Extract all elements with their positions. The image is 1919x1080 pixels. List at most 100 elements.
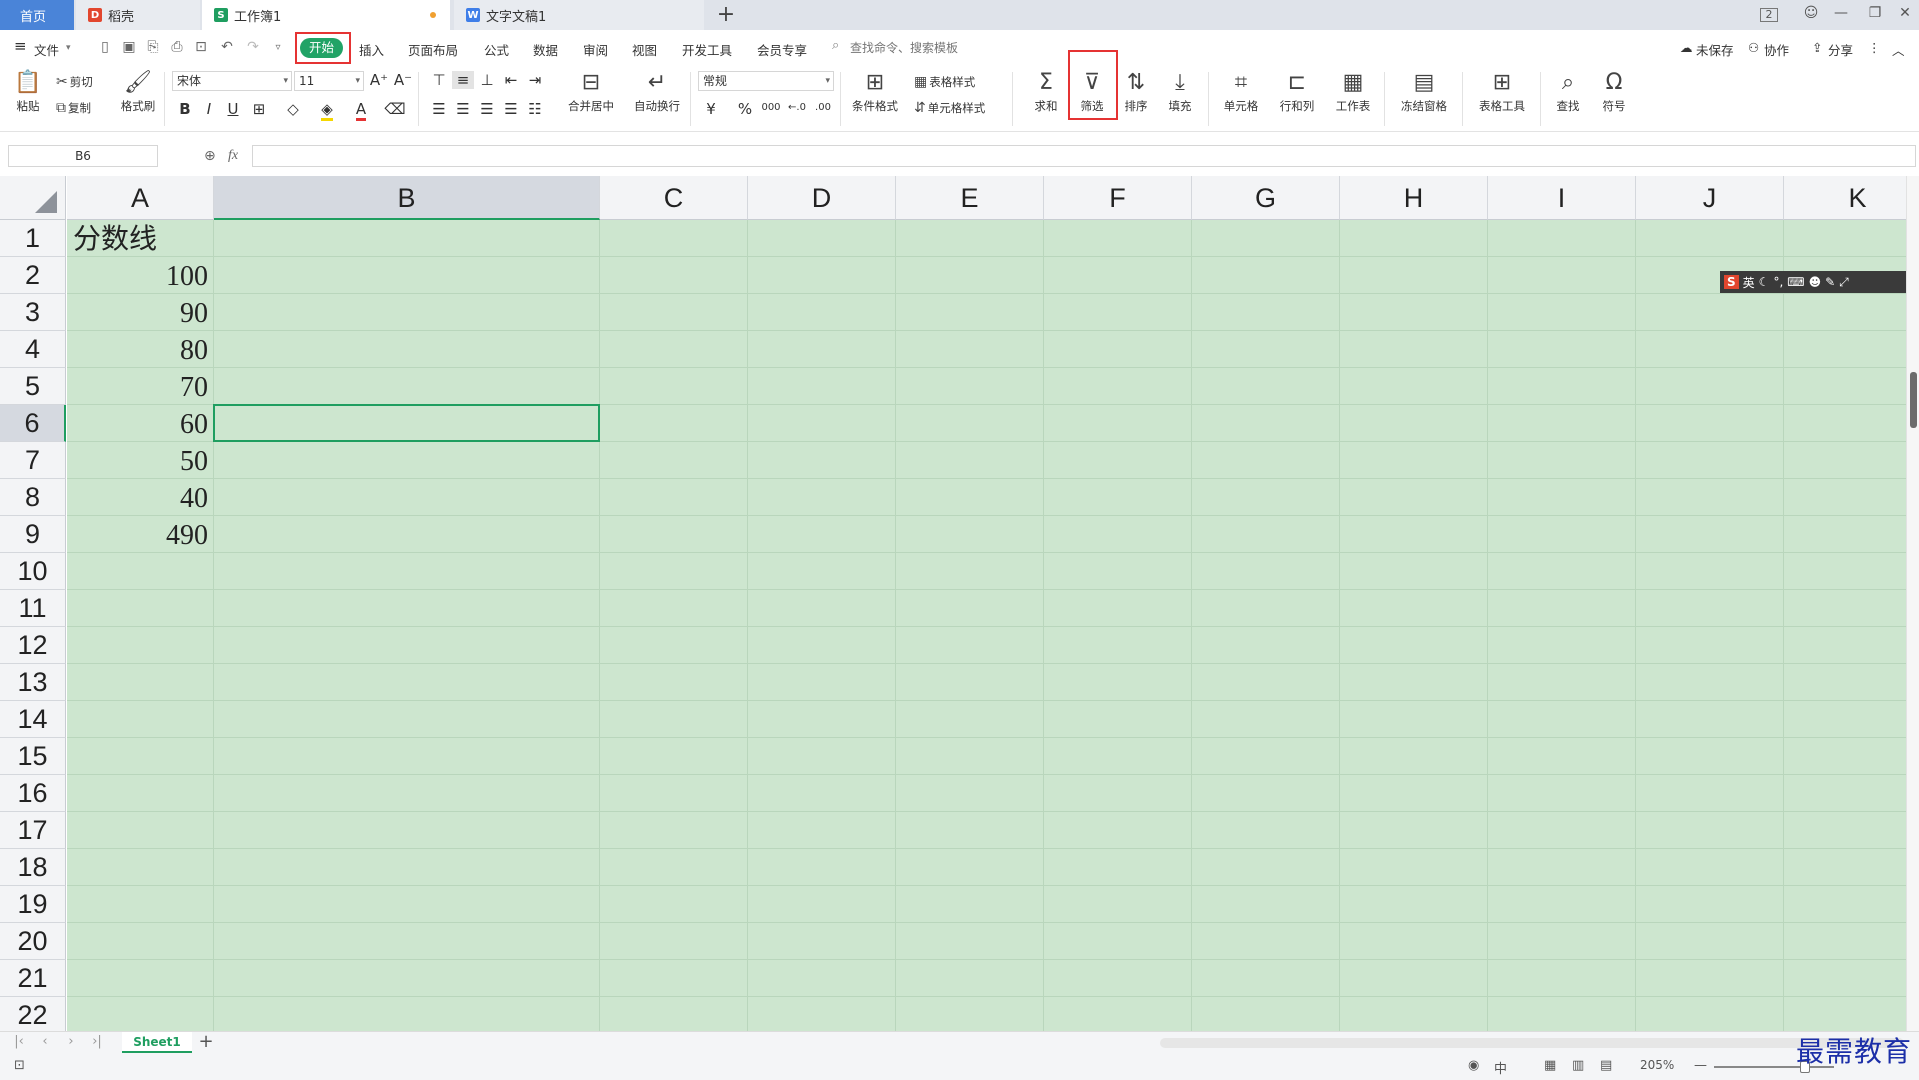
sum-button[interactable]: Σ 求和	[1026, 70, 1066, 114]
column-header-j[interactable]: J	[1636, 176, 1784, 220]
tab-member[interactable]: 会员专享	[757, 40, 807, 59]
align-middle-icon[interactable]: ≡	[452, 71, 474, 89]
print-icon[interactable]: ⎙	[167, 39, 187, 55]
row-header-6[interactable]: 6	[0, 405, 66, 442]
normal-view-icon[interactable]: ▦	[1544, 1058, 1556, 1073]
copy-button[interactable]: ⧉ 复制	[56, 100, 91, 116]
restore-icon[interactable]: ❐	[1864, 5, 1886, 21]
cell-fill-icon[interactable]: ◇	[282, 100, 304, 118]
underline-icon[interactable]: U	[222, 100, 244, 118]
conditional-format-button[interactable]: ⊞ 条件格式	[846, 70, 904, 114]
new-tab-button[interactable]: +	[714, 2, 738, 27]
keyboard-icon[interactable]: ⌨	[1787, 275, 1804, 289]
decrease-font-icon[interactable]: A⁻	[392, 71, 414, 89]
zoom-formula-icon[interactable]: ⊕	[204, 148, 216, 164]
row-header-18[interactable]: 18	[0, 849, 66, 886]
row-header-9[interactable]: 9	[0, 516, 66, 553]
decrease-indent-icon[interactable]: ⇤	[500, 71, 522, 89]
percent-button[interactable]: %	[734, 100, 756, 118]
moon-icon[interactable]: ☾	[1759, 275, 1770, 289]
ime-toolbar[interactable]: S 英 ☾ °, ⌨ ☻ ✎ ⤢	[1720, 271, 1918, 293]
column-header-k[interactable]: K	[1784, 176, 1906, 220]
selected-cell-outline[interactable]	[213, 404, 600, 442]
tab-formulas[interactable]: 公式	[484, 40, 509, 59]
row-header-13[interactable]: 13	[0, 664, 66, 701]
increase-decimal-icon[interactable]: ←.0	[786, 102, 808, 113]
tab-page-layout[interactable]: 页面布局	[408, 40, 458, 59]
export-pdf-icon[interactable]: ⎘	[143, 39, 163, 55]
close-icon[interactable]: ✕	[1894, 5, 1916, 21]
file-menu[interactable]: 文件	[34, 40, 59, 59]
window-count-badge[interactable]: 2	[1760, 8, 1778, 22]
merge-center-button[interactable]: ⊟ 合并居中	[560, 70, 622, 114]
column-header-g[interactable]: G	[1192, 176, 1340, 220]
worksheet-button[interactable]: ▦ 工作表	[1328, 70, 1378, 114]
menu-hamburger-icon[interactable]: ≡	[14, 37, 27, 55]
thousands-button[interactable]: 000	[760, 102, 782, 113]
wrench-icon[interactable]: ✎	[1825, 275, 1835, 289]
unsaved-status[interactable]: 未保存	[1696, 40, 1734, 59]
column-header-f[interactable]: F	[1044, 176, 1192, 220]
ime-mode[interactable]: 英	[1743, 274, 1755, 291]
wrap-text-button[interactable]: ↵ 自动换行	[630, 70, 684, 114]
table-tools-button[interactable]: ⊞ 表格工具	[1470, 70, 1534, 114]
row-header-5[interactable]: 5	[0, 368, 66, 405]
minimize-icon[interactable]: —	[1830, 5, 1852, 21]
cell-a8[interactable]: 40	[67, 481, 208, 518]
number-format-select[interactable]: 常规 ▾	[698, 71, 834, 91]
sort-button[interactable]: ⇅ 排序	[1116, 70, 1156, 114]
tab-data[interactable]: 数据	[533, 40, 558, 59]
tab-developer[interactable]: 开发工具	[682, 40, 732, 59]
tab-workbook[interactable]: S 工作簿1	[202, 0, 450, 30]
cell-style-button[interactable]: ⇵ 单元格样式	[914, 100, 985, 116]
symbol-button[interactable]: Ω 符号	[1594, 70, 1634, 114]
column-header-d[interactable]: D	[748, 176, 896, 220]
format-painter-button[interactable]: 🖌 格式刷	[118, 70, 158, 114]
eye-protect-icon[interactable]: ◉	[1468, 1058, 1479, 1073]
more-icon[interactable]: ⋮	[1868, 40, 1881, 55]
page-break-view-icon[interactable]: ▤	[1600, 1058, 1612, 1073]
cell-a6[interactable]: 60	[67, 407, 208, 444]
row-header-8[interactable]: 8	[0, 479, 66, 516]
collab-button[interactable]: 协作	[1764, 40, 1789, 59]
bold-icon[interactable]: B	[174, 100, 196, 118]
row-header-3[interactable]: 3	[0, 294, 66, 331]
column-header-a[interactable]: A	[67, 176, 214, 220]
border-icon[interactable]: ⊞	[248, 100, 270, 118]
row-header-20[interactable]: 20	[0, 923, 66, 960]
redo-icon[interactable]: ↷	[243, 39, 263, 55]
tab-writer[interactable]: W 文字文稿1	[454, 0, 704, 30]
column-header-b[interactable]: B	[214, 176, 600, 220]
increase-indent-icon[interactable]: ⇥	[524, 71, 546, 89]
align-left-icon[interactable]: ☰	[428, 100, 450, 118]
zoom-out-icon[interactable]: —	[1694, 1058, 1707, 1073]
user-icon[interactable]: ☻	[1809, 275, 1822, 289]
row-header-16[interactable]: 16	[0, 775, 66, 812]
collapse-ribbon-icon[interactable]: ︿	[1892, 40, 1905, 59]
align-bottom-icon[interactable]: ⊥	[476, 71, 498, 89]
decrease-decimal-icon[interactable]: .00	[812, 102, 834, 113]
fx-icon[interactable]: fx	[228, 148, 238, 164]
sheet-tab-sheet1[interactable]: Sheet1	[122, 1032, 192, 1053]
fill-button[interactable]: ⤓ 填充	[1160, 70, 1200, 114]
align-center-icon[interactable]: ☰	[452, 100, 474, 118]
vertical-scrollbar[interactable]	[1906, 176, 1919, 1031]
row-header-10[interactable]: 10	[0, 553, 66, 590]
justify-icon[interactable]: ☰	[500, 100, 522, 118]
spreadsheet-grid[interactable]: ABCDEFGHIJK 1 2 3 4 5 6 7 8 9 10 11 12 13 14 15 16 17 18 1…	[0, 176, 1906, 1031]
share-button[interactable]: 分享	[1828, 40, 1853, 59]
avatar-icon[interactable]: ☺	[1800, 5, 1822, 21]
add-sheet-button[interactable]: +	[196, 1031, 216, 1052]
tab-home[interactable]: 首页	[0, 0, 74, 30]
page-layout-view-icon[interactable]: ▥	[1572, 1058, 1584, 1073]
row-header-15[interactable]: 15	[0, 738, 66, 775]
expand-icon[interactable]: ⤢	[1839, 275, 1849, 290]
cell-a7[interactable]: 50	[67, 444, 208, 481]
file-menu-chevron-down-icon[interactable]: ▾	[66, 43, 71, 53]
row-header-11[interactable]: 11	[0, 590, 66, 627]
cut-button[interactable]: ✂ 剪切	[56, 74, 93, 90]
cell-a5[interactable]: 70	[67, 370, 208, 407]
zoom-level[interactable]: 205%	[1640, 1058, 1674, 1072]
print-preview-icon[interactable]: ⊡	[191, 39, 211, 55]
undo-icon[interactable]: ↶	[217, 39, 237, 55]
